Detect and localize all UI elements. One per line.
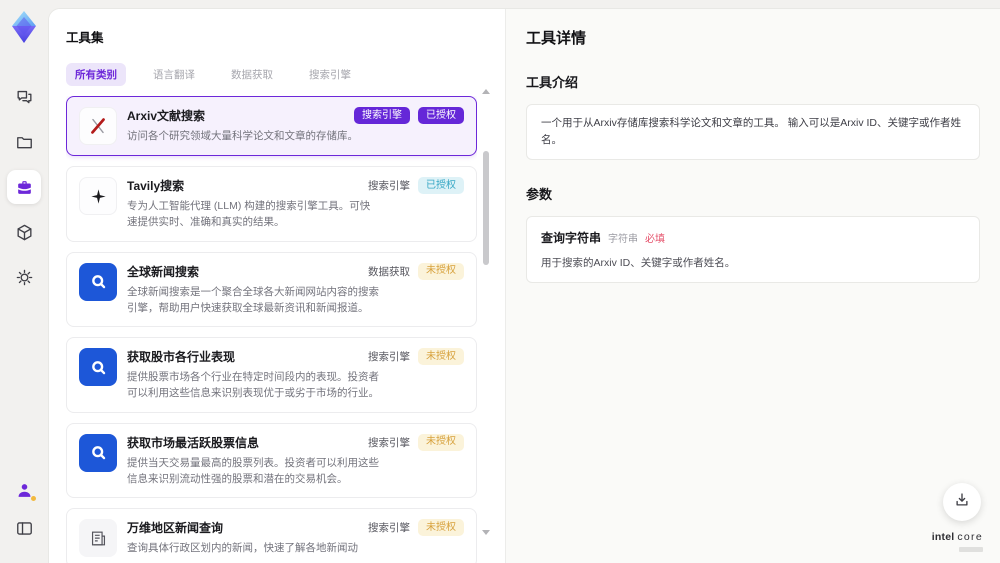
global-news-icon xyxy=(79,262,117,301)
settings-icon xyxy=(15,268,34,287)
tool-description: 查询具体行政区划内的新闻，快速了解各地新闻动 xyxy=(127,542,358,555)
arxiv-icon xyxy=(79,107,117,145)
download-button[interactable] xyxy=(943,483,981,521)
parameter-required-flag: 必填 xyxy=(645,233,666,245)
tool-name: Arxiv文献搜索 xyxy=(127,109,206,123)
rail-bottom-group xyxy=(7,473,41,549)
tool-card-3[interactable]: 获取股市各行业表现 搜索引擎 未授权 提供股票市场各个行业在特定时间段内的表现。… xyxy=(66,337,477,413)
tool-description: 专为人工智能代理 (LLM) 构建的搜索引擎工具。可快速提供实时、准确和真实的结… xyxy=(127,200,371,229)
tool-auth-badge: 未授权 xyxy=(418,262,464,280)
tools-list-pane: 工具集 所有类别 语言翻译 数据获取 搜索引擎 Arxiv文献搜索 搜索引擎 已授权 … xyxy=(49,9,506,563)
params-list: 查询字符串 字符串 必填 用于搜索的Arxiv ID、关键字或作者姓名。 xyxy=(526,215,980,283)
sidebar-item-user[interactable] xyxy=(7,473,41,507)
folder-icon xyxy=(15,133,34,152)
sidebar-item-chat[interactable] xyxy=(7,80,41,114)
sidebar-item-files[interactable] xyxy=(7,125,41,159)
tool-name: 全球新闻搜索 xyxy=(127,264,200,279)
parameter-name: 查询字符串 xyxy=(541,230,602,245)
brand-subline xyxy=(959,547,983,552)
page-title: 工具集 xyxy=(66,31,104,45)
parameter-card: 查询字符串 字符串 必填 用于搜索的Arxiv ID、关键字或作者姓名。 xyxy=(526,215,980,283)
main-panel: 工具集 所有类别 语言翻译 数据获取 搜索引擎 Arxiv文献搜索 搜索引擎 已授权 … xyxy=(48,8,1000,563)
scrollbar-thumb[interactable] xyxy=(483,151,489,265)
stock-active-icon xyxy=(79,433,117,472)
scroll-down-arrow-icon[interactable] xyxy=(482,530,490,535)
tavily-icon xyxy=(79,177,117,215)
detail-title: 工具详情 xyxy=(526,30,587,47)
tool-auth-badge: 已授权 xyxy=(418,177,464,194)
params-heading: 参数 xyxy=(526,186,553,202)
intel-core-brand: intel core xyxy=(932,532,983,552)
tool-category-badge: 搜索引擎 xyxy=(368,180,410,192)
tool-category-badge: 数据获取 xyxy=(368,265,410,278)
notification-dot xyxy=(31,496,36,501)
brand-core-label: core xyxy=(957,531,983,544)
tool-card-1[interactable]: Tavily搜索 搜索引擎 已授权 专为人工智能代理 (LLM) 构建的搜索引擎… xyxy=(66,166,477,242)
tool-card-4[interactable]: 获取市场最活跃股票信息 搜索引擎 未授权 提供当天交易量最高的股票列表。投资者可… xyxy=(66,422,477,499)
tool-category-badge: 搜索引擎 xyxy=(368,351,410,364)
parameter-type: 字符串 xyxy=(608,233,639,245)
tool-description: 提供股票市场各个行业在特定时间段内的表现。投资者可以利用这些信息来识别表现优于或… xyxy=(127,371,379,400)
tool-intro-text: 一个用于从Arxiv存储库搜索科学论文和文章的工具。 输入可以是Arxiv ID… xyxy=(526,104,980,160)
tab-category-1[interactable]: 语言翻译 xyxy=(144,63,204,86)
sidebar-item-tools[interactable] xyxy=(7,170,41,204)
tool-detail-pane: 工具详情 工具介绍 一个用于从Arxiv存储库搜索科学论文和文章的工具。 输入可… xyxy=(506,9,1000,563)
tool-category-badge: 搜索引擎 xyxy=(354,107,410,124)
tool-description: 全球新闻搜索是一个聚合全球各大新闻网站内容的搜索引擎，帮助用户快速获取全球最新资… xyxy=(127,285,379,314)
sidebar-item-settings[interactable] xyxy=(7,260,41,294)
tool-category-badge: 搜索引擎 xyxy=(368,436,410,449)
app-window: 工具集 所有类别 语言翻译 数据获取 搜索引擎 Arxiv文献搜索 搜索引擎 已授权 … xyxy=(0,0,1000,563)
local-news-icon xyxy=(79,519,117,558)
parameter-description: 用于搜索的Arxiv ID、关键字或作者姓名。 xyxy=(541,256,736,269)
tool-card-2[interactable]: 全球新闻搜索 数据获取 未授权 全球新闻搜索是一个聚合全球各大新闻网站内容的搜索… xyxy=(66,251,477,328)
tool-name: Tavily搜索 xyxy=(127,179,185,193)
tab-category-2[interactable]: 数据获取 xyxy=(222,63,282,86)
tab-category-3[interactable]: 搜索引擎 xyxy=(300,63,360,86)
tool-description: 提供当天交易量最高的股票列表。投资者可以利用这些信息来识别流动性强的股票和潜在的… xyxy=(127,456,379,485)
tool-card-5[interactable]: 万维地区新闻查询 搜索引擎 未授权 查询具体行政区划内的新闻，快速了解各地新闻动 xyxy=(66,508,477,563)
tool-auth-badge: 已授权 xyxy=(418,107,464,124)
tool-name: 获取市场最活跃股票信息 xyxy=(127,435,260,450)
tool-auth-badge: 未授权 xyxy=(418,348,464,366)
tools-list: Arxiv文献搜索 搜索引擎 已授权 访问各个研究领域大量科学论文和文章的存储库… xyxy=(66,96,477,563)
stock-sector-icon xyxy=(79,348,117,387)
tool-auth-badge: 未授权 xyxy=(418,519,464,537)
tool-description: 访问各个研究领域大量科学论文和文章的存储库。 xyxy=(127,130,358,142)
category-tabs: 所有类别 语言翻译 数据获取 搜索引擎 xyxy=(66,63,477,86)
cube-icon xyxy=(15,223,34,242)
tab-category-0[interactable]: 所有类别 xyxy=(66,63,126,86)
tool-category-badge: 搜索引擎 xyxy=(368,522,410,535)
left-rail xyxy=(0,0,48,563)
app-logo xyxy=(9,10,39,44)
download-icon xyxy=(953,491,971,514)
intro-heading: 工具介绍 xyxy=(526,75,579,90)
toolbox-icon xyxy=(15,178,34,197)
tool-name: 万维地区新闻查询 xyxy=(127,521,224,536)
tool-name: 获取股市各行业表现 xyxy=(127,350,236,365)
brand-intel-label: intel xyxy=(931,531,955,544)
list-scrollbar[interactable] xyxy=(482,87,490,551)
sidebar-item-plugins[interactable] xyxy=(7,215,41,249)
tool-card-0[interactable]: Arxiv文献搜索 搜索引擎 已授权 访问各个研究领域大量科学论文和文章的存储库… xyxy=(66,96,477,156)
chat-icon xyxy=(15,88,34,107)
scroll-up-arrow-icon[interactable] xyxy=(482,89,490,94)
sidebar-item-panel-toggle[interactable] xyxy=(7,511,41,545)
tool-auth-badge: 未授权 xyxy=(418,433,464,451)
panel-icon xyxy=(15,519,34,538)
